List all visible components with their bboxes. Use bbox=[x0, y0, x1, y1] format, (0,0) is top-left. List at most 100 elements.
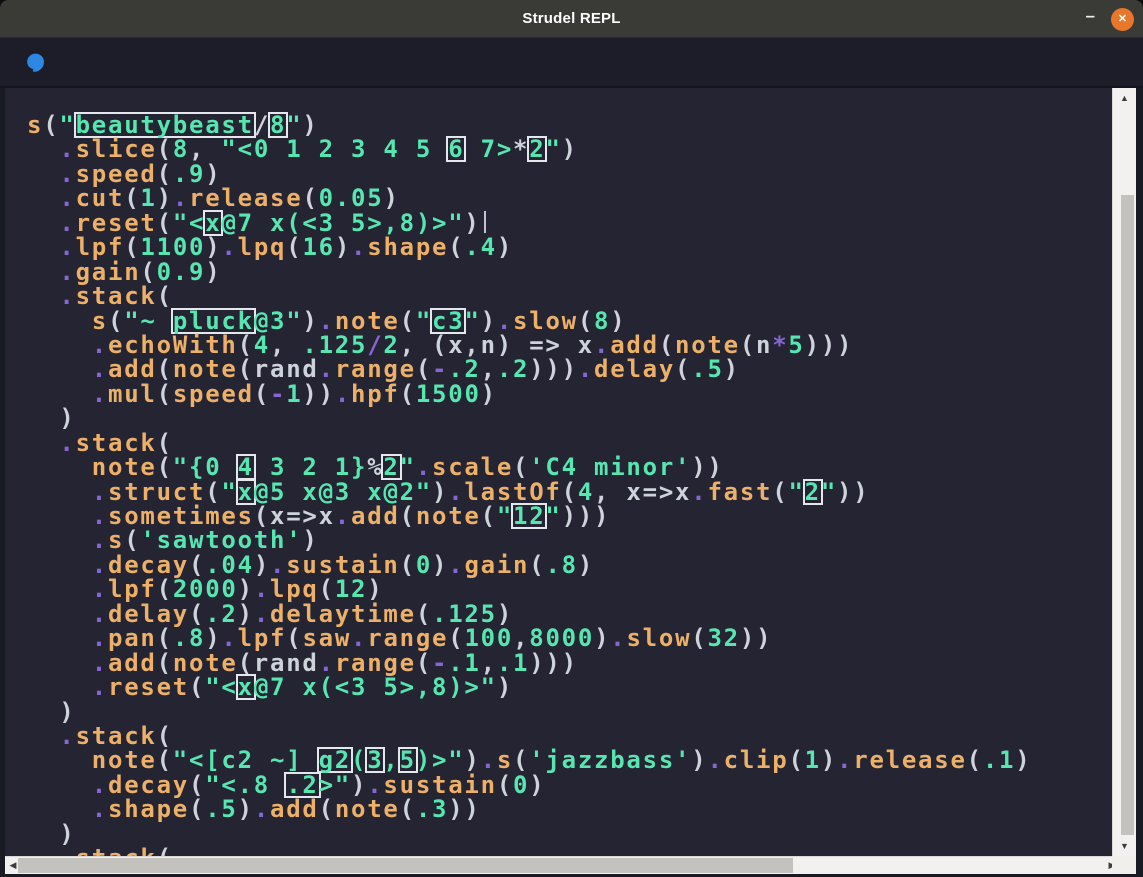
code-token: @7 x(<3 5>,8)>" bbox=[254, 673, 497, 701]
code-token: ( bbox=[675, 355, 691, 383]
code-editor[interactable]: s("beautybeast/8") .slice(8, "<0 1 2 3 4… bbox=[5, 88, 1112, 856]
strudel-logo-icon[interactable] bbox=[21, 48, 49, 76]
code-token: ))) bbox=[529, 649, 578, 677]
active-event-token: 6 bbox=[448, 138, 464, 160]
vertical-scrollbar-thumb[interactable] bbox=[1121, 195, 1134, 835]
code-line[interactable]: .stack( bbox=[27, 431, 1112, 455]
scrollbar-corner bbox=[1112, 856, 1136, 874]
horizontal-scrollbar[interactable]: ◀ ▶ bbox=[5, 856, 1120, 874]
code-line[interactable]: .add(note(rand.range(-.1,.1))) bbox=[27, 651, 1112, 675]
code-token: . bbox=[578, 355, 594, 383]
code-line[interactable]: .pan(.8).lpf(saw.range(100,8000).slow(32… bbox=[27, 626, 1112, 650]
code-line[interactable]: .shape(.5).add(note(.3)) bbox=[27, 797, 1112, 821]
code-line[interactable]: s("beautybeast/8") bbox=[27, 113, 1112, 137]
code-line[interactable]: ) bbox=[27, 406, 1112, 430]
scroll-down-arrow-icon[interactable]: ▼ bbox=[1113, 838, 1136, 854]
code-token: ( bbox=[400, 502, 416, 530]
code-token: shape bbox=[108, 795, 189, 823]
code-line[interactable]: .reset("<x@7 x(<3 5>,8)>") bbox=[27, 211, 1112, 235]
window-title: Strudel REPL bbox=[522, 10, 620, 27]
active-event-token: 3 bbox=[367, 749, 383, 771]
code-token: reset bbox=[108, 673, 189, 701]
code-token: .8 bbox=[545, 551, 577, 579]
active-event-token: 5 bbox=[400, 749, 416, 771]
code-line[interactable]: .sometimes(x=>x.add(note("12"))) bbox=[27, 504, 1112, 528]
code-line[interactable]: .decay(.04).sustain(0).gain(.8) bbox=[27, 553, 1112, 577]
code-token: ( bbox=[967, 746, 983, 774]
horizontal-scrollbar-thumb[interactable] bbox=[18, 858, 793, 873]
code-line[interactable]: .slice(8, "<0 1 2 3 4 5 6 7>*2") bbox=[27, 137, 1112, 161]
code-line[interactable]: note("{0 4 3 2 1}%2".scale('C4 minor')) bbox=[27, 455, 1112, 479]
code-token: ) bbox=[529, 771, 545, 799]
active-event-token: x bbox=[205, 212, 221, 234]
code-line[interactable]: .echoWith(4, .125/2, (x,n) => x.add(note… bbox=[27, 333, 1112, 357]
code-token: mul bbox=[108, 380, 157, 408]
code-line[interactable]: .stack( bbox=[27, 724, 1112, 748]
code-token: ) bbox=[578, 551, 594, 579]
code-line[interactable]: .speed(.9) bbox=[27, 162, 1112, 186]
code-line[interactable]: ) bbox=[27, 822, 1112, 846]
active-event-token: x bbox=[238, 676, 254, 698]
code-line[interactable]: .lpf(2000).lpq(12) bbox=[27, 577, 1112, 601]
code-token: ))) bbox=[562, 502, 611, 530]
titlebar[interactable]: Strudel REPL – ✕ bbox=[0, 0, 1143, 38]
code-token: . bbox=[691, 478, 707, 506]
code-token: . bbox=[837, 746, 853, 774]
code-token: . bbox=[610, 624, 626, 652]
active-event-token: 4 bbox=[238, 456, 254, 478]
code-token: 1 bbox=[805, 746, 821, 774]
close-button[interactable]: ✕ bbox=[1111, 8, 1134, 31]
code-token: ( bbox=[448, 233, 464, 261]
vertical-scrollbar[interactable]: ▲ ▼ bbox=[1112, 88, 1136, 856]
code-token: ( bbox=[286, 233, 302, 261]
code-token: . bbox=[707, 746, 723, 774]
code-token: 'jazzbass' bbox=[529, 746, 691, 774]
active-event-token: 8 bbox=[270, 114, 286, 136]
code-line[interactable]: note("<[c2 ~] g2(3,5)>").s('jazzbass').c… bbox=[27, 748, 1112, 772]
active-event-token: pluck bbox=[173, 310, 254, 332]
code-token: 32 bbox=[707, 624, 739, 652]
code-line[interactable]: .decay("<.8 .2>").sustain(0) bbox=[27, 773, 1112, 797]
scroll-up-arrow-icon[interactable]: ▲ bbox=[1113, 90, 1136, 106]
code-token: fast bbox=[707, 478, 772, 506]
code-token: ( bbox=[157, 844, 173, 856]
code-token: release bbox=[853, 746, 966, 774]
code-line[interactable]: .reset("<x@7 x(<3 5>,8)>") bbox=[27, 675, 1112, 699]
code-token: ( bbox=[497, 771, 513, 799]
code-token: lpq bbox=[238, 233, 287, 261]
code-token: )) bbox=[448, 795, 480, 823]
minimize-button[interactable]: – bbox=[1086, 11, 1095, 27]
code-token: . bbox=[59, 844, 75, 856]
code-token: " bbox=[788, 478, 804, 506]
code-line[interactable]: .stack( bbox=[27, 284, 1112, 308]
code-line[interactable]: .lpf(1100).lpq(16).shape(.4) bbox=[27, 235, 1112, 259]
code-line[interactable]: .cut(1).release(0.05) bbox=[27, 186, 1112, 210]
code-token: shape bbox=[367, 233, 448, 261]
code-token: note bbox=[416, 502, 481, 530]
window-controls: – ✕ bbox=[1086, 0, 1134, 38]
code-line[interactable]: .struct("x@5 x@3 x@2").lastOf(4, x=>x.fa… bbox=[27, 480, 1112, 504]
code-line[interactable]: ) bbox=[27, 700, 1112, 724]
code-token: ) bbox=[1015, 746, 1031, 774]
code-token: )) bbox=[740, 624, 772, 652]
code-line[interactable]: .add(note(rand.range(-.2,.2))).delay(.5) bbox=[27, 357, 1112, 381]
code-token: 5 bbox=[788, 331, 804, 359]
code-token: ( bbox=[189, 673, 205, 701]
code-token: ( bbox=[772, 478, 788, 506]
code-token: . bbox=[59, 282, 75, 310]
code-area[interactable]: s("beautybeast/8") .slice(8, "<0 1 2 3 4… bbox=[5, 88, 1112, 856]
code-line[interactable]: .delay(.2).delaytime(.125) bbox=[27, 602, 1112, 626]
active-event-token: 2 bbox=[383, 456, 399, 478]
code-token: ) bbox=[497, 233, 513, 261]
code-line[interactable]: .mul(speed(-1)).hpf(1500) bbox=[27, 382, 1112, 406]
code-token: add bbox=[270, 795, 319, 823]
code-line[interactable]: s("~ pluck@3").note("c3").slow(8) bbox=[27, 309, 1112, 333]
code-token: ( bbox=[189, 795, 205, 823]
code-token: . bbox=[92, 380, 108, 408]
code-line[interactable]: .stack( bbox=[27, 846, 1112, 856]
code-line[interactable]: .gain(0.9) bbox=[27, 260, 1112, 284]
code-token: ) bbox=[724, 355, 740, 383]
code-token: - bbox=[270, 380, 286, 408]
code-token: )) bbox=[837, 478, 869, 506]
code-line[interactable]: .s('sawtooth') bbox=[27, 528, 1112, 552]
